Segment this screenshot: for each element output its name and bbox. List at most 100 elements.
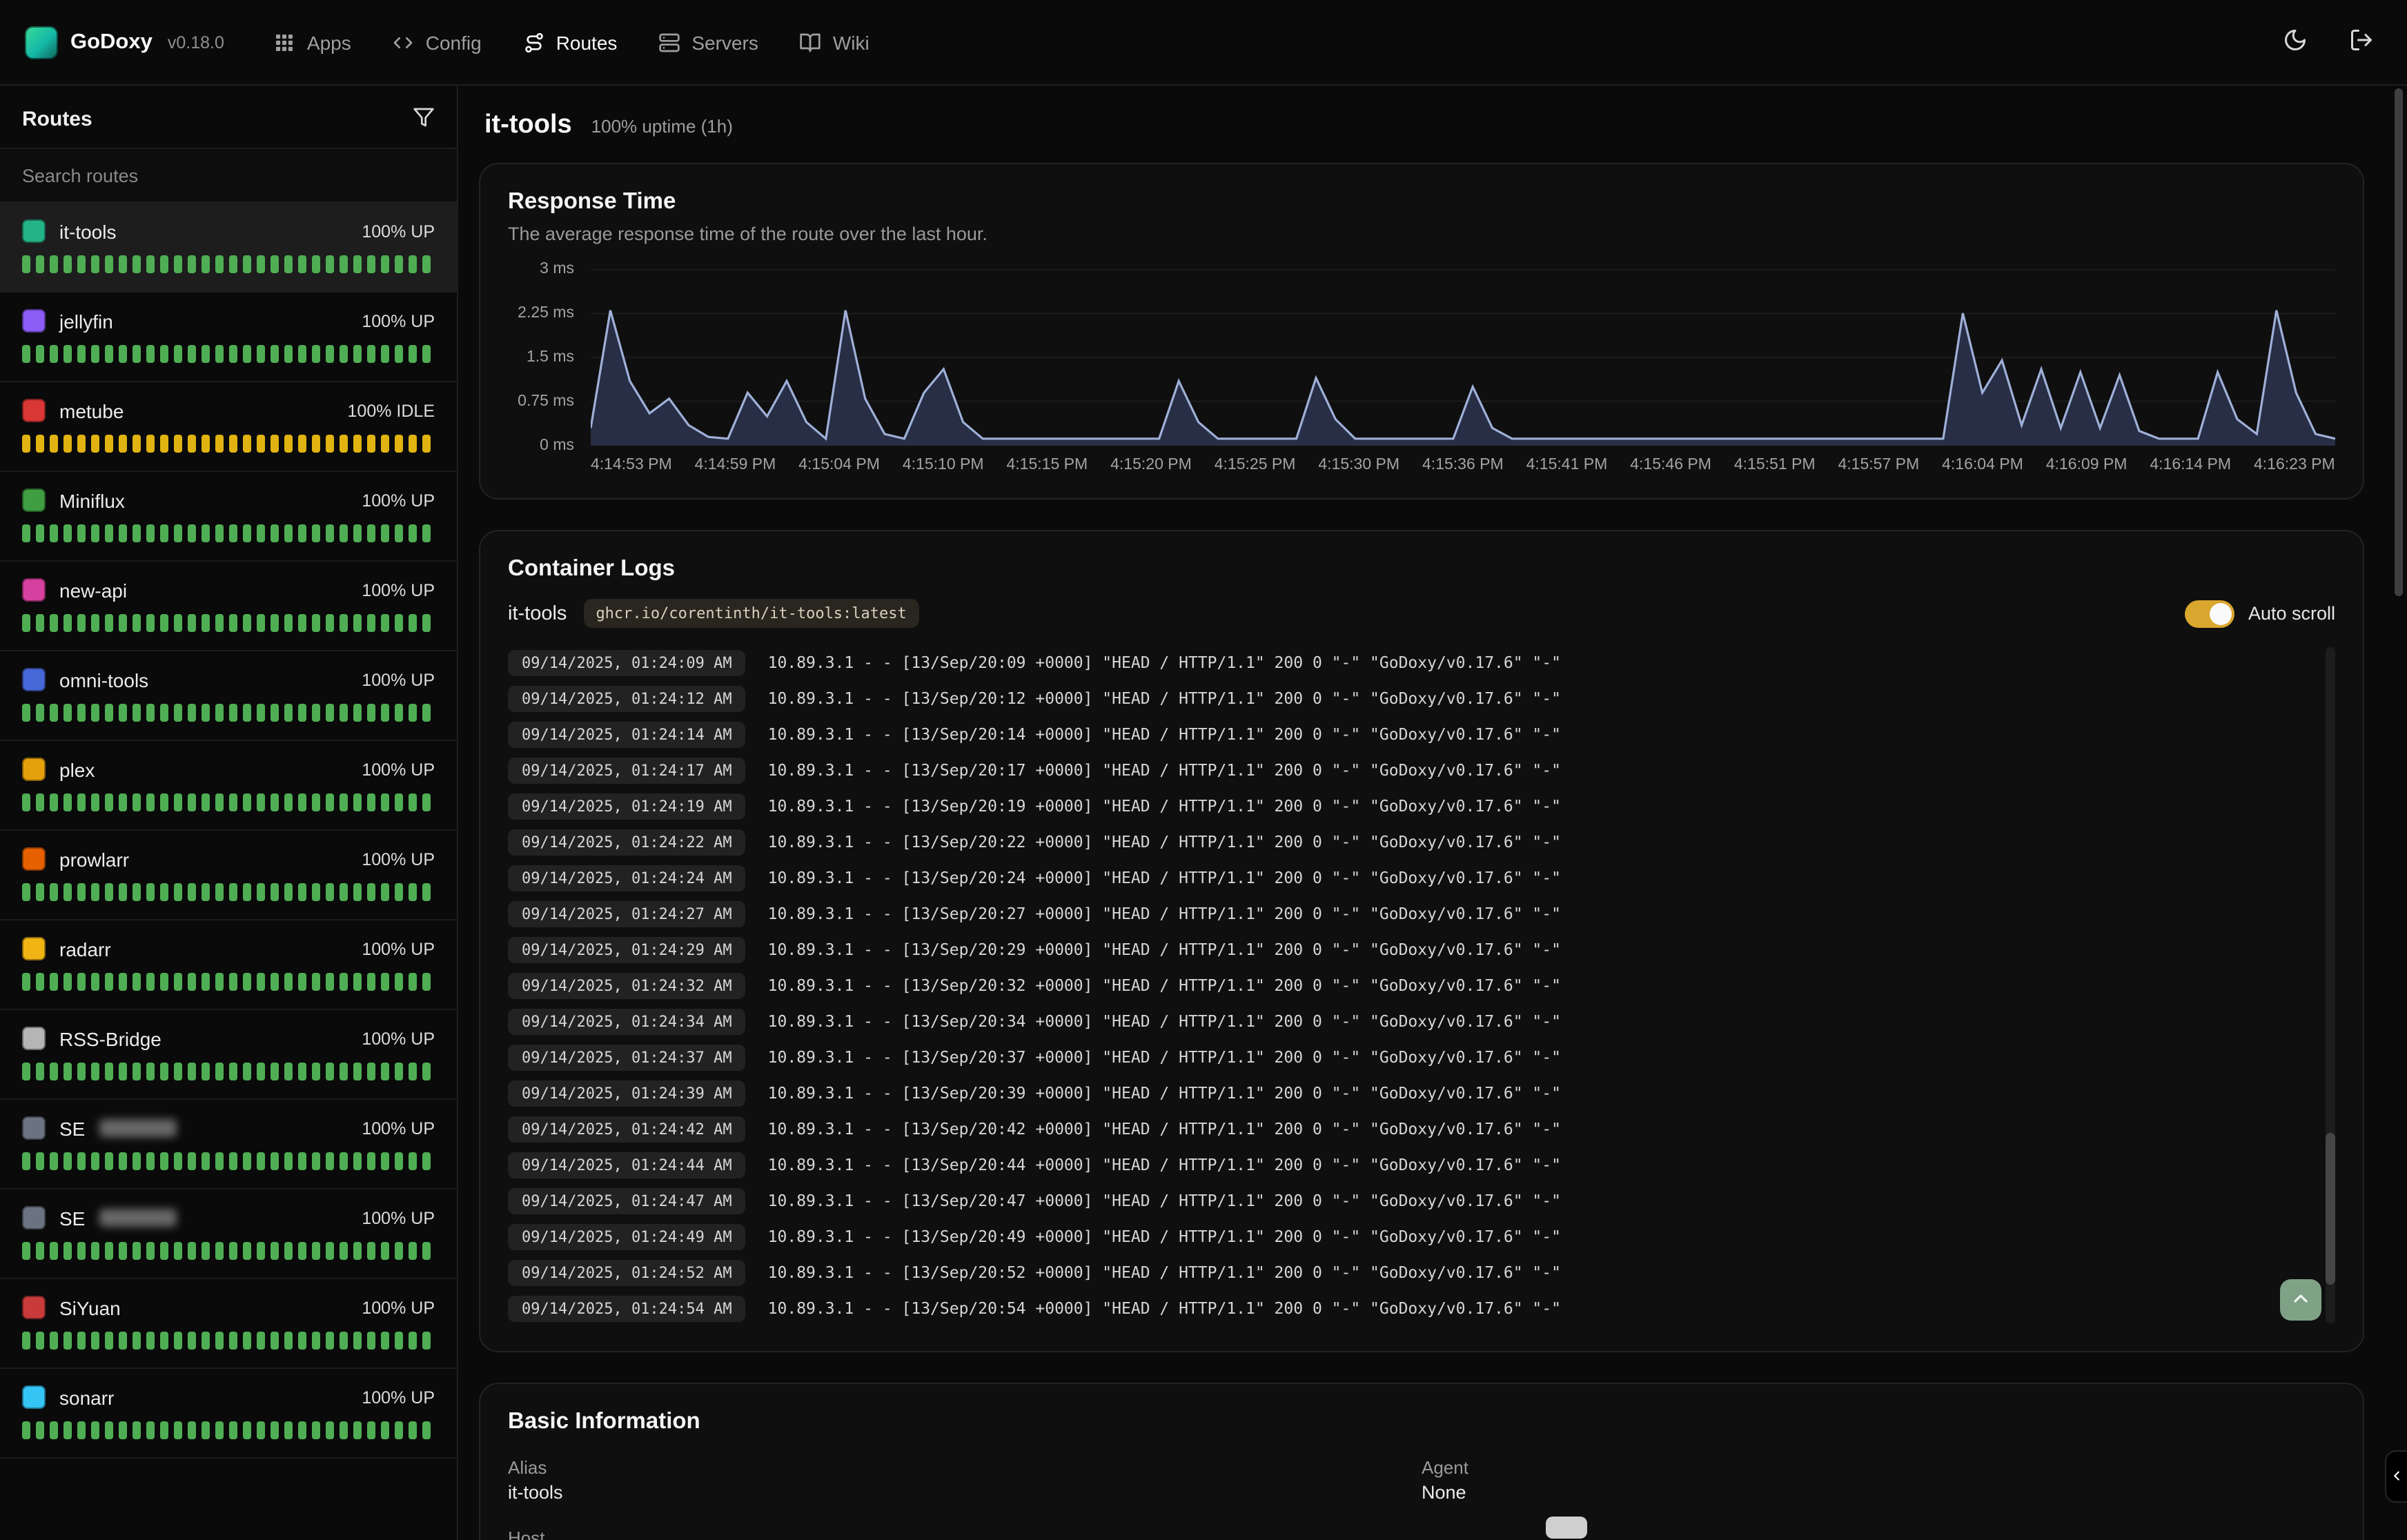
godoxy-logo-icon: [25, 26, 58, 59]
response-time-chart: 3 ms2.25 ms1.5 ms0.75 ms0 ms 4:14:53 PM4…: [508, 269, 2335, 473]
nav-item-wiki[interactable]: Wiki: [800, 31, 870, 53]
log-message: 10.89.3.1 - - [13/Sep/20:17 +0000] "HEAD…: [768, 760, 1561, 780]
collapse-panel-tab[interactable]: [2385, 1450, 2407, 1503]
autoscroll-toggle[interactable]: [2185, 600, 2234, 627]
servers-icon: [658, 31, 680, 53]
log-message: 10.89.3.1 - - [13/Sep/20:09 +0000] "HEAD…: [768, 653, 1561, 672]
route-name: omni-tools: [59, 669, 148, 691]
log-timestamp-badge: 09/14/2025, 01:24:34 AM: [508, 1008, 746, 1034]
scroll-to-top-button[interactable]: [2280, 1279, 2321, 1321]
info-field-value: None: [1422, 1482, 2335, 1503]
route-name: jellyfin: [59, 310, 113, 332]
route-item-se[interactable]: SE100% UP: [0, 1100, 457, 1189]
route-uptime-bars: [22, 524, 435, 542]
route-favicon-icon: [22, 309, 46, 333]
route-item-prowlarr[interactable]: prowlarr100% UP: [0, 831, 457, 920]
log-message: 10.89.3.1 - - [13/Sep/20:37 +0000] "HEAD…: [768, 1047, 1561, 1067]
toggle-knob: [2210, 602, 2232, 624]
log-message: 10.89.3.1 - - [13/Sep/20:24 +0000] "HEAD…: [768, 868, 1561, 887]
route-status-label: 100% UP: [362, 491, 435, 510]
container-image-badge: ghcr.io/corentinth/it-tools:latest: [583, 599, 918, 628]
log-timestamp-badge: 09/14/2025, 01:24:37 AM: [508, 1044, 746, 1070]
log-message: 10.89.3.1 - - [13/Sep/20:44 +0000] "HEAD…: [768, 1155, 1561, 1174]
x-tick-label: 4:15:20 PM: [1110, 457, 1192, 473]
response-chart-svg: [591, 269, 2335, 446]
log-row: 09/14/2025, 01:24:24 AM10.89.3.1 - - [13…: [508, 860, 2313, 896]
log-row: 09/14/2025, 01:24:42 AM10.89.3.1 - - [13…: [508, 1111, 2313, 1147]
log-timestamp-badge: 09/14/2025, 01:24:19 AM: [508, 793, 746, 819]
route-favicon-icon: [22, 1206, 46, 1230]
page-scrollbar[interactable]: [2395, 88, 2403, 596]
nav-item-apps[interactable]: Apps: [274, 31, 351, 53]
logs-viewport: 09/14/2025, 01:24:09 AM10.89.3.1 - - [13…: [508, 644, 2335, 1326]
x-tick-label: 4:15:10 PM: [903, 457, 984, 473]
route-favicon-icon: [22, 578, 46, 602]
log-timestamp-badge: 09/14/2025, 01:24:17 AM: [508, 757, 746, 783]
route-item-siyuan[interactable]: SiYuan100% UP: [0, 1279, 457, 1369]
route-favicon-icon: [22, 668, 46, 691]
route-item-sonarr[interactable]: sonarr100% UP: [0, 1369, 457, 1459]
log-timestamp-badge: 09/14/2025, 01:24:39 AM: [508, 1080, 746, 1106]
nav-item-label: Routes: [556, 31, 618, 53]
route-item-radarr[interactable]: radarr100% UP: [0, 920, 457, 1010]
brand[interactable]: GoDoxy v0.18.0: [25, 26, 224, 59]
route-uptime-bars: [22, 1421, 435, 1439]
godoxy-app: GoDoxy v0.18.0 Apps Config Routes Servers Wi…: [0, 0, 2407, 1540]
chart-x-axis: 4:14:53 PM4:14:59 PM4:15:04 PM4:15:10 PM…: [591, 457, 2335, 473]
route-item-new-api[interactable]: new-api100% UP: [0, 562, 457, 651]
brand-name: GoDoxy: [70, 30, 153, 55]
route-name: it-tools: [59, 220, 116, 242]
log-row: 09/14/2025, 01:24:37 AM 10.89.3.1 - - [13…: [508, 1039, 2313, 1075]
route-favicon-icon: [22, 399, 46, 422]
log-timestamp-badge: 09/14/2025, 01:24:44 AM: [508, 1152, 746, 1178]
log-row: 09/14/2025, 01:24:44 AM 10.89.3.1 - - [13…: [508, 1147, 2313, 1183]
log-message: 10.89.3.1 - - [13/Sep/20:27 +0000] "HEAD…: [768, 904, 1561, 923]
nav-item-routes[interactable]: Routes: [523, 31, 618, 53]
log-timestamp-badge: 09/14/2025, 01:24:12 AM: [508, 685, 746, 711]
route-item-omni-tools[interactable]: omni-tools100% UP: [0, 651, 457, 741]
info-field-agent: AgentNone: [1422, 1457, 2335, 1503]
logs-scrollbar-thumb[interactable]: [2326, 1133, 2335, 1285]
nav-item-servers[interactable]: Servers: [658, 31, 758, 53]
y-tick-label: 0.75 ms: [518, 393, 574, 410]
route-item-miniflux[interactable]: Miniflux100% UP: [0, 472, 457, 562]
log-row: 09/14/2025, 01:24:47 AM10.89.3.1 - - [13…: [508, 1183, 2313, 1218]
route-status-label: 100% UP: [362, 939, 435, 958]
route-name: RSS-Bridge: [59, 1027, 161, 1049]
autoscroll-label: Auto scroll: [2248, 603, 2335, 624]
route-status-label: 100% UP: [362, 1208, 435, 1227]
log-timestamp-badge: 09/14/2025, 01:24:27 AM: [508, 900, 746, 927]
route-item-it-tools[interactable]: it-tools100% UP: [0, 203, 457, 293]
chevron-left-icon: [2389, 1466, 2404, 1487]
x-tick-label: 4:15:30 PM: [1318, 457, 1399, 473]
code-icon: [393, 31, 415, 53]
log-message: 10.89.3.1 - - [13/Sep/20:19 +0000] "HEAD…: [768, 796, 1561, 816]
log-timestamp-badge: 09/14/2025, 01:24:49 AM: [508, 1223, 746, 1250]
theme-toggle-button[interactable]: [2283, 28, 2308, 57]
nav-item-config[interactable]: Config: [393, 31, 482, 53]
route-item-plex[interactable]: plex100% UP: [0, 741, 457, 831]
log-row: 09/14/2025, 01:24:17 AM 10.89.3.1 - - [13…: [508, 752, 2313, 788]
route-item-rss-bridge[interactable]: RSS-Bridge100% UP: [0, 1010, 457, 1100]
log-message: 10.89.3.1 - - [13/Sep/20:54 +0000] "HEAD…: [768, 1299, 1561, 1318]
log-message: 10.89.3.1 - - [13/Sep/20:42 +0000] "HEAD…: [768, 1119, 1561, 1138]
filter-routes-button[interactable]: [413, 106, 435, 132]
route-item-jellyfin[interactable]: jellyfin100% UP: [0, 293, 457, 382]
route-status-label: 100% UP: [362, 1388, 435, 1407]
route-name: new-api: [59, 579, 127, 601]
sidebar: Routes it-tools100% UPjellyfin100% UPmet…: [0, 86, 458, 1540]
route-name: SiYuan: [59, 1296, 121, 1319]
x-tick-label: 4:14:59 PM: [695, 457, 776, 473]
y-tick-label: 0 ms: [540, 437, 574, 454]
route-item-se[interactable]: SE100% UP: [0, 1189, 457, 1279]
route-search-input[interactable]: [0, 148, 457, 203]
nav-item-label: Config: [426, 31, 482, 53]
x-tick-label: 4:15:51 PM: [1734, 457, 1816, 473]
route-item-metube[interactable]: metube100% IDLE: [0, 382, 457, 472]
route-favicon-icon: [22, 1296, 46, 1319]
logout-button[interactable]: [2349, 28, 2374, 57]
logs-scrollbar[interactable]: [2326, 647, 2335, 1323]
main-content: it-tools 100% uptime (1h) Response Time …: [458, 86, 2407, 1540]
info-field-alias: Aliasit-tools: [508, 1457, 1422, 1503]
route-uptime-bars: [22, 345, 435, 363]
